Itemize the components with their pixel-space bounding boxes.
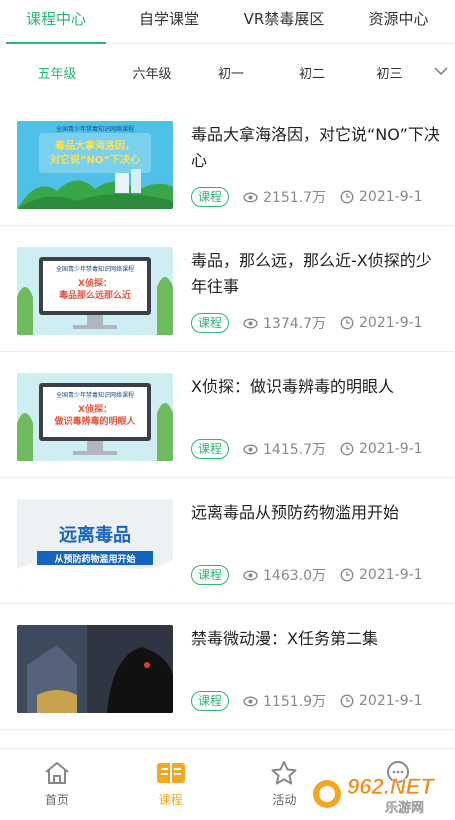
- tab-resource-center[interactable]: 资源中心: [342, 0, 455, 44]
- clock-icon: [340, 694, 354, 708]
- course-title[interactable]: 毒品大拿海洛因，对它说“NO”下决心: [191, 122, 441, 174]
- view-count-text: 1374.7万: [263, 316, 327, 332]
- eye-icon: [243, 696, 258, 706]
- course-tag: 课程: [191, 313, 230, 333]
- publish-date-text: 2021-9-1: [359, 441, 423, 457]
- publish-date-text: 2021-9-1: [359, 567, 423, 583]
- grade-6[interactable]: 六年级: [114, 63, 190, 82]
- view-count: 1415.7万: [243, 439, 326, 459]
- publish-date-text: 2021-9-1: [359, 189, 423, 205]
- course-list: 全国青少年禁毒知识网络课程 毒品大拿海洛因， 对它说“NO”下决心 毒品大拿海洛…: [0, 100, 455, 730]
- grade-junior-2[interactable]: 初二: [272, 63, 352, 82]
- course-meta: 课程 1415.7万 2021-9-1: [191, 438, 423, 460]
- publish-date: 2021-9-1: [340, 567, 423, 583]
- nav-course-label: 课程: [158, 793, 183, 807]
- publish-date-text: 2021-9-1: [359, 693, 423, 709]
- watermark-sub: 乐游网: [385, 800, 424, 816]
- grade-filter-bar: 五年级 六年级 初一 初二 初三: [0, 56, 455, 88]
- publish-date: 2021-9-1: [340, 693, 423, 709]
- list-item[interactable]: 禁毒微动漫：X任务第二集 课程 1151.9万 2021-9-1: [0, 604, 455, 730]
- chevron-down-icon[interactable]: [427, 64, 455, 80]
- tab-self-study[interactable]: 自学课堂: [112, 0, 226, 44]
- top-tab-bar: 课程中心 自学课堂 VR禁毒展区 资源中心: [0, 0, 455, 44]
- watermark-brand: 962.NET: [347, 774, 435, 799]
- eye-icon: [243, 444, 258, 454]
- thumbnail-text-2: 做识毒辨毒的明眼人: [54, 417, 136, 427]
- grade-junior-3[interactable]: 初三: [352, 63, 427, 82]
- clock-icon: [340, 568, 354, 582]
- eye-icon: [243, 570, 258, 580]
- book-icon: [114, 759, 228, 787]
- course-title[interactable]: 远离毒品从预防药物滥用开始: [191, 500, 441, 526]
- tab-vr-exhibition[interactable]: VR禁毒展区: [226, 0, 342, 44]
- publish-date: 2021-9-1: [340, 315, 423, 331]
- home-icon: [0, 759, 114, 787]
- course-tag: 课程: [191, 187, 230, 207]
- course-thumbnail: 全国青少年禁毒知识网络课程 毒品大拿海洛因， 对它说“NO”下决心: [17, 121, 173, 209]
- list-item[interactable]: 远离毒品 从预防药物滥用开始 远离毒品从预防药物滥用开始 课程 1463.0万 …: [0, 478, 455, 604]
- course-thumbnail: 全国青少年禁毒知识网络课程 X侦探： 毒品那么远那么近: [17, 247, 173, 335]
- clock-icon: [340, 316, 354, 330]
- thumbnail-text-1: 毒品大拿海洛因，: [55, 141, 135, 152]
- thumbnail-text-2: 从预防药物滥用开始: [54, 555, 136, 565]
- list-item[interactable]: 全国青少年禁毒知识网络课程 X侦探： 毒品那么远那么近 毒品，那么远，那么近-X…: [0, 226, 455, 352]
- grade-5[interactable]: 五年级: [0, 63, 114, 82]
- course-title[interactable]: 毒品，那么远，那么近-X侦探的少年往事: [191, 248, 441, 300]
- clock-icon: [340, 190, 354, 204]
- course-thumbnail: [17, 625, 173, 713]
- course-meta: 课程 1151.9万 2021-9-1: [191, 690, 423, 712]
- course-tag: 课程: [191, 691, 230, 711]
- grade-junior-1[interactable]: 初一: [190, 63, 272, 82]
- thumbnail-header: 全国青少年禁毒知识网络课程: [55, 266, 134, 273]
- view-count: 1374.7万: [243, 313, 326, 333]
- view-count-text: 1151.9万: [263, 694, 327, 710]
- publish-date: 2021-9-1: [340, 189, 423, 205]
- course-title[interactable]: 禁毒微动漫：X任务第二集: [191, 626, 441, 652]
- clock-icon: [340, 442, 354, 456]
- nav-course[interactable]: 课程: [114, 749, 228, 820]
- course-tag: 课程: [191, 439, 230, 459]
- course-meta: 课程 1463.0万 2021-9-1: [191, 564, 423, 586]
- thumbnail-text-2: 对它说“NO”下决心: [49, 155, 140, 166]
- view-count-text: 1415.7万: [263, 442, 327, 458]
- list-item[interactable]: 全国青少年禁毒知识网络课程 毒品大拿海洛因， 对它说“NO”下决心 毒品大拿海洛…: [0, 100, 455, 226]
- thumbnail-header: 全国青少年禁毒知识网络课程: [55, 392, 134, 399]
- view-count-text: 1463.0万: [263, 568, 327, 584]
- eye-icon: [243, 318, 258, 328]
- view-count: 2151.7万: [243, 187, 326, 207]
- nav-home[interactable]: 首页: [0, 749, 114, 820]
- nav-home-label: 首页: [44, 793, 69, 807]
- tab-course-center[interactable]: 课程中心: [0, 0, 112, 44]
- watermark-logo: 962.NET 乐游网: [311, 770, 451, 816]
- list-item[interactable]: 全国青少年禁毒知识网络课程 X侦探： 做识毒辨毒的明眼人 X侦探：做识毒辨毒的明…: [0, 352, 455, 478]
- view-count: 1463.0万: [243, 565, 326, 585]
- thumbnail-text-1: 远离毒品: [59, 525, 131, 546]
- course-meta: 课程 2151.7万 2021-9-1: [191, 186, 423, 208]
- publish-date: 2021-9-1: [340, 441, 423, 457]
- publish-date-text: 2021-9-1: [359, 315, 423, 331]
- course-title[interactable]: X侦探：做识毒辨毒的明眼人: [191, 374, 441, 400]
- course-meta: 课程 1374.7万 2021-9-1: [191, 312, 423, 334]
- thumbnail-header: 全国青少年禁毒知识网络课程: [55, 126, 134, 133]
- course-tag: 课程: [191, 565, 230, 585]
- eye-icon: [243, 192, 258, 202]
- view-count: 1151.9万: [243, 691, 326, 711]
- view-count-text: 2151.7万: [263, 190, 327, 206]
- course-thumbnail: 全国青少年禁毒知识网络课程 X侦探： 做识毒辨毒的明眼人: [17, 373, 173, 461]
- thumbnail-text-2: 毒品那么远那么近: [58, 291, 131, 301]
- course-thumbnail: 远离毒品 从预防药物滥用开始: [17, 499, 173, 587]
